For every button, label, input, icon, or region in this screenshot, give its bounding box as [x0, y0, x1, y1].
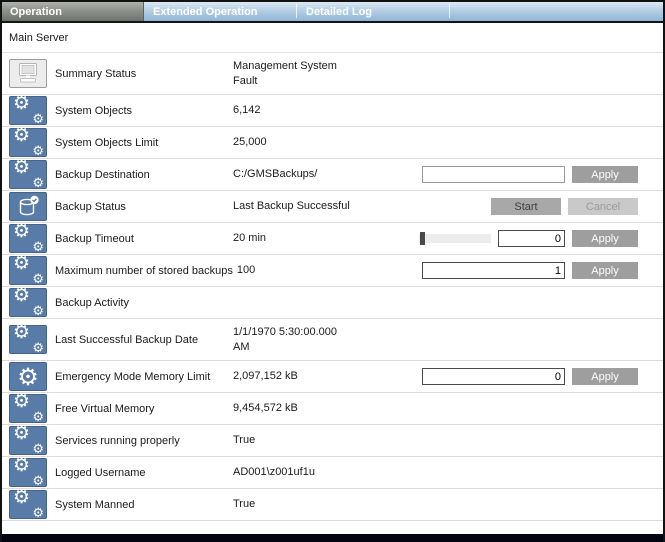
- apply-button[interactable]: Apply: [572, 166, 638, 183]
- backup-timeout-slider[interactable]: [419, 234, 491, 243]
- property-label: Backup Activity: [55, 297, 233, 309]
- application-window: Operation Extended Operation Detailed Lo…: [0, 0, 665, 542]
- row-controls: Start Cancel: [491, 198, 638, 215]
- property-row: ⚙⚙ Last Successful Backup Date 1/1/1970 …: [2, 319, 663, 361]
- property-row: ⚙⚙ Maximum number of stored backups 100 …: [2, 255, 663, 287]
- property-list: Summary Status Management System Fault ⚙…: [2, 52, 663, 534]
- property-value: 20 min: [233, 231, 266, 246]
- property-value: 1/1/1970 5:30:00.000 AM: [233, 325, 337, 355]
- gears-icon: ⚙⚙: [9, 288, 47, 317]
- emergency-memory-limit-input[interactable]: [422, 368, 565, 385]
- property-label: Summary Status: [55, 68, 233, 80]
- property-label: System Objects Limit: [55, 137, 233, 149]
- property-row: ⚙⚙ Services running properly True: [2, 425, 663, 457]
- property-label: Backup Timeout: [55, 233, 233, 245]
- tab-extended-operation[interactable]: Extended Operation: [144, 2, 296, 21]
- row-controls: Apply: [419, 230, 638, 247]
- property-row: ⚙⚙ System Manned True: [2, 489, 663, 521]
- backup-destination-input[interactable]: [422, 166, 565, 183]
- window-bottom-bar: [2, 534, 663, 542]
- tab-separator: [449, 4, 450, 18]
- property-value: 9,454,572 kB: [233, 401, 298, 416]
- apply-button[interactable]: Apply: [572, 262, 638, 279]
- property-row: ⚙⚙ Logged Username AD001\z001uf1u: [2, 457, 663, 489]
- gears-icon: ⚙⚙: [9, 256, 47, 285]
- slider-handle[interactable]: [420, 232, 425, 245]
- property-value: True: [233, 433, 255, 448]
- cancel-button[interactable]: Cancel: [568, 198, 638, 215]
- gears-icon: ⚙⚙: [9, 394, 47, 423]
- property-row: ⚙⚙ Backup Timeout 20 min Apply: [2, 223, 663, 255]
- property-label: Maximum number of stored backups: [55, 265, 237, 277]
- property-label: Backup Destination: [55, 169, 233, 181]
- property-row: ⚙⚙ System Objects Limit 25,000: [2, 127, 663, 159]
- property-row: ⚙ Emergency Mode Memory Limit 2,097,152 …: [2, 361, 663, 393]
- property-label: Last Successful Backup Date: [55, 334, 233, 346]
- property-value: True: [233, 497, 255, 512]
- property-label: Emergency Mode Memory Limit: [55, 371, 233, 383]
- gear-icon: ⚙: [9, 362, 47, 391]
- gears-icon: ⚙⚙: [9, 426, 47, 455]
- server-name: Main Server: [9, 32, 68, 44]
- property-row: ⚙⚙ Backup Activity: [2, 287, 663, 319]
- property-value: 6,142: [233, 103, 261, 118]
- gears-icon: ⚙⚙: [9, 458, 47, 487]
- computer-icon: [9, 59, 47, 88]
- property-label: Backup Status: [55, 201, 233, 213]
- tab-bar: Operation Extended Operation Detailed Lo…: [2, 2, 663, 23]
- start-button[interactable]: Start: [491, 198, 561, 215]
- server-label-bar: Main Server: [2, 23, 663, 52]
- apply-button[interactable]: Apply: [572, 230, 638, 247]
- tab-operation[interactable]: Operation: [2, 2, 144, 21]
- property-row: ⚙⚙ Free Virtual Memory 9,454,572 kB: [2, 393, 663, 425]
- gears-icon: ⚙⚙: [9, 490, 47, 519]
- tab-strip: Extended Operation Detailed Log: [144, 2, 663, 21]
- property-row: Backup Status Last Backup Successful Sta…: [2, 191, 663, 223]
- gears-icon: ⚙⚙: [9, 224, 47, 253]
- property-value: 100: [237, 263, 255, 278]
- apply-button[interactable]: Apply: [572, 368, 638, 385]
- gears-icon: ⚙⚙: [9, 325, 47, 354]
- row-controls: Apply: [422, 166, 638, 183]
- property-label: System Manned: [55, 499, 233, 511]
- property-value: Last Backup Successful: [233, 199, 350, 214]
- property-value: C:/GMSBackups/: [233, 167, 317, 182]
- property-value: AD001\z001uf1u: [233, 465, 315, 480]
- property-row: Summary Status Management System Fault: [2, 53, 663, 95]
- gears-icon: ⚙⚙: [9, 128, 47, 157]
- max-stored-backups-input[interactable]: [422, 262, 565, 279]
- property-value: Management System Fault: [233, 59, 337, 89]
- tab-detailed-log[interactable]: Detailed Log: [297, 2, 449, 21]
- property-label: Logged Username: [55, 467, 233, 479]
- property-label: Free Virtual Memory: [55, 403, 233, 415]
- gears-icon: ⚙⚙: [9, 160, 47, 189]
- row-controls: Apply: [422, 368, 638, 385]
- property-value: 25,000: [233, 135, 267, 150]
- property-row: ⚙⚙ System Objects 6,142: [2, 95, 663, 127]
- backup-timeout-input[interactable]: [498, 230, 565, 247]
- property-label: Services running properly: [55, 435, 233, 447]
- property-value: 2,097,152 kB: [233, 369, 298, 384]
- property-label: System Objects: [55, 105, 233, 117]
- property-row: ⚙⚙ Backup Destination C:/GMSBackups/ App…: [2, 159, 663, 191]
- database-check-icon: [9, 192, 47, 221]
- row-controls: Apply: [422, 262, 638, 279]
- gears-icon: ⚙⚙: [9, 96, 47, 125]
